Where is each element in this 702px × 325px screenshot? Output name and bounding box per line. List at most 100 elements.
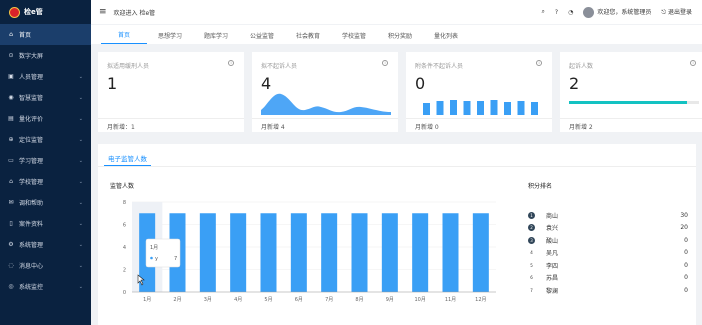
chart-title: 监管人数 xyxy=(110,183,135,190)
sidebar-item[interactable]: ◉ 智慧监管 ⌄ xyxy=(0,87,91,108)
tab[interactable]: 首页 xyxy=(101,30,147,44)
rank-badge: 4 xyxy=(528,249,535,257)
info-icon[interactable]: i xyxy=(228,60,234,66)
sidebar-item[interactable]: ✉ 调和帮助 ⌄ xyxy=(0,192,91,213)
bell-icon[interactable]: ◔ xyxy=(568,9,573,16)
mini-bar xyxy=(477,101,484,115)
mini-bar xyxy=(531,102,538,115)
bar[interactable] xyxy=(260,213,277,292)
sidebar-item-label: 人员管理 xyxy=(19,74,44,81)
tab[interactable]: 题库学习 xyxy=(193,31,239,44)
stat-card: 附条件不起诉人员 i 0 月新增 0 xyxy=(406,52,552,132)
stat-card: 拟不起诉人员 i 4 月新增 4 xyxy=(252,52,398,132)
y-tick-label: 0 xyxy=(123,290,126,296)
monitor-icon: ⊙ xyxy=(8,52,14,59)
sidebar-item[interactable]: ⊙ 数字大屏 xyxy=(0,45,91,66)
rank-score: 0 xyxy=(684,236,688,244)
card-footer: 月新增 2 xyxy=(560,118,702,132)
mini-chart xyxy=(423,100,538,115)
info-icon[interactable]: i xyxy=(690,60,696,66)
app-name: 检e管 xyxy=(24,8,43,16)
bar[interactable] xyxy=(230,213,247,292)
sidebar-item[interactable]: ⊕ 定位监管 ⌄ xyxy=(0,129,91,150)
sidebar-item-label: 智慧监管 xyxy=(19,95,44,102)
info-icon[interactable]: i xyxy=(536,60,542,66)
chevron-down-icon: ⌄ xyxy=(78,157,83,164)
sidebar-item[interactable]: ◌ 消息中心 ⌄ xyxy=(0,255,91,276)
y-tick-label: 6 xyxy=(123,223,126,229)
chevron-down-icon: ⌄ xyxy=(78,136,83,143)
sidebar-item[interactable]: ▭ 学习管理 ⌄ xyxy=(0,150,91,171)
rank-score: 20 xyxy=(680,224,688,232)
rank-badge: 2 xyxy=(528,224,535,232)
bar[interactable] xyxy=(472,213,489,292)
ranking-row: 4 吴凡 0 xyxy=(528,247,688,260)
chevron-down-icon: ⌄ xyxy=(78,199,83,206)
chart-tooltip: 1月 y 7 xyxy=(145,238,181,268)
y-tick-label: 4 xyxy=(123,245,126,251)
rank-score: 0 xyxy=(684,261,688,269)
sidebar-item[interactable]: ⌂ 首页 xyxy=(0,24,91,45)
sidebar-item[interactable]: ◎ 系统监控 ⌄ xyxy=(0,276,91,297)
card-title: 附条件不起诉人员 xyxy=(415,63,464,70)
x-tick-label: 8月 xyxy=(355,297,363,303)
rank-score: 30 xyxy=(680,211,688,219)
avatar xyxy=(583,6,595,18)
emblem-icon xyxy=(9,6,20,18)
search-icon[interactable]: ⌕ xyxy=(542,8,545,16)
sidebar-item[interactable]: ▤ 量化评价 ⌄ xyxy=(0,108,91,129)
x-tick-label: 12月 xyxy=(475,297,486,303)
rank-badge: 6 xyxy=(528,274,535,282)
bar[interactable] xyxy=(290,213,307,292)
app-logo: 检e管 xyxy=(0,0,91,24)
bar[interactable] xyxy=(321,213,338,292)
tab[interactable]: 公益监管 xyxy=(239,31,285,44)
rank-badge: 3 xyxy=(528,236,535,244)
ranking-title: 积分排名 xyxy=(528,183,553,190)
y-tick-label: 2 xyxy=(123,268,126,274)
rank-name: 黎澜 xyxy=(546,287,559,295)
card-title: 拟不起诉人员 xyxy=(261,63,298,70)
chevron-down-icon: ⌄ xyxy=(78,178,83,185)
menu-toggle-icon[interactable]: ≡ xyxy=(99,7,107,17)
rank-name: 苏昌 xyxy=(546,275,559,283)
bar[interactable] xyxy=(381,213,398,292)
sidebar-item-label: 首页 xyxy=(19,32,32,39)
sidebar-item-label: 系统监控 xyxy=(19,284,44,291)
nav-tabs: 首页 思想学习 题库学习 公益监管 社会教育 学校监管 积分奖励 量化列表 xyxy=(91,25,702,44)
tab[interactable]: 积分奖励 xyxy=(377,31,423,44)
user-menu[interactable]: 欢迎您，系统管理员 xyxy=(583,6,651,18)
supervision-panel: 电子监管人数 监管人数 0 2 4 6 8 1月 2月 3月 4月 5月 6月 7月 8月 9月 10月 11… xyxy=(98,144,696,325)
tab[interactable]: 思想学习 xyxy=(147,31,193,44)
sidebar-item[interactable]: ▣ 人员管理 ⌄ xyxy=(0,66,91,87)
tab-supervision-count[interactable]: 电子监管人数 xyxy=(104,144,151,166)
info-icon[interactable]: i xyxy=(382,60,388,66)
x-tick-label: 4月 xyxy=(234,297,242,303)
x-tick-label: 1月 xyxy=(143,297,151,303)
bar[interactable] xyxy=(442,213,459,292)
sidebar-item[interactable]: ⌂ 学校管理 ⌄ xyxy=(0,171,91,192)
sidebar-item[interactable]: ▯ 案件资料 ⌄ xyxy=(0,213,91,234)
x-tick-label: 5月 xyxy=(264,297,272,303)
tab[interactable]: 量化列表 xyxy=(423,31,469,44)
tab-divider xyxy=(98,166,696,167)
logout-button[interactable]: ⎋ 退出登录 xyxy=(661,7,692,17)
tab[interactable]: 学校监管 xyxy=(331,31,377,44)
help-icon[interactable]: ? xyxy=(555,9,558,16)
gear-icon: ⚙ xyxy=(8,241,14,248)
message-icon: ◌ xyxy=(8,262,14,269)
bar[interactable] xyxy=(351,213,368,292)
bar[interactable] xyxy=(199,213,216,292)
tooltip-value: 7 xyxy=(174,256,177,262)
x-tick-label: 10月 xyxy=(414,297,425,303)
rank-score: 0 xyxy=(684,274,688,282)
points-ranking: 积分排名 1 商山 30 2 袁兴 20 3 酸山 0 4 吴凡 0 5 李四 0 6 苏昌 0 7 黎澜 0 xyxy=(528,181,688,297)
rank-score: 0 xyxy=(684,249,688,257)
supervision-bar-chart[interactable]: 0 2 4 6 8 1月 2月 3月 4月 5月 6月 7月 8月 9月 10月 11月 12月 1月 y 7 xyxy=(104,194,504,325)
bar[interactable] xyxy=(412,213,429,292)
home-icon: ⌂ xyxy=(9,31,13,38)
tab[interactable]: 社会教育 xyxy=(285,31,331,44)
tooltip-box xyxy=(145,238,181,268)
sidebar-item[interactable]: ⚙ 系统管理 ⌄ xyxy=(0,234,91,255)
ranking-row: 2 袁兴 20 xyxy=(528,222,688,235)
